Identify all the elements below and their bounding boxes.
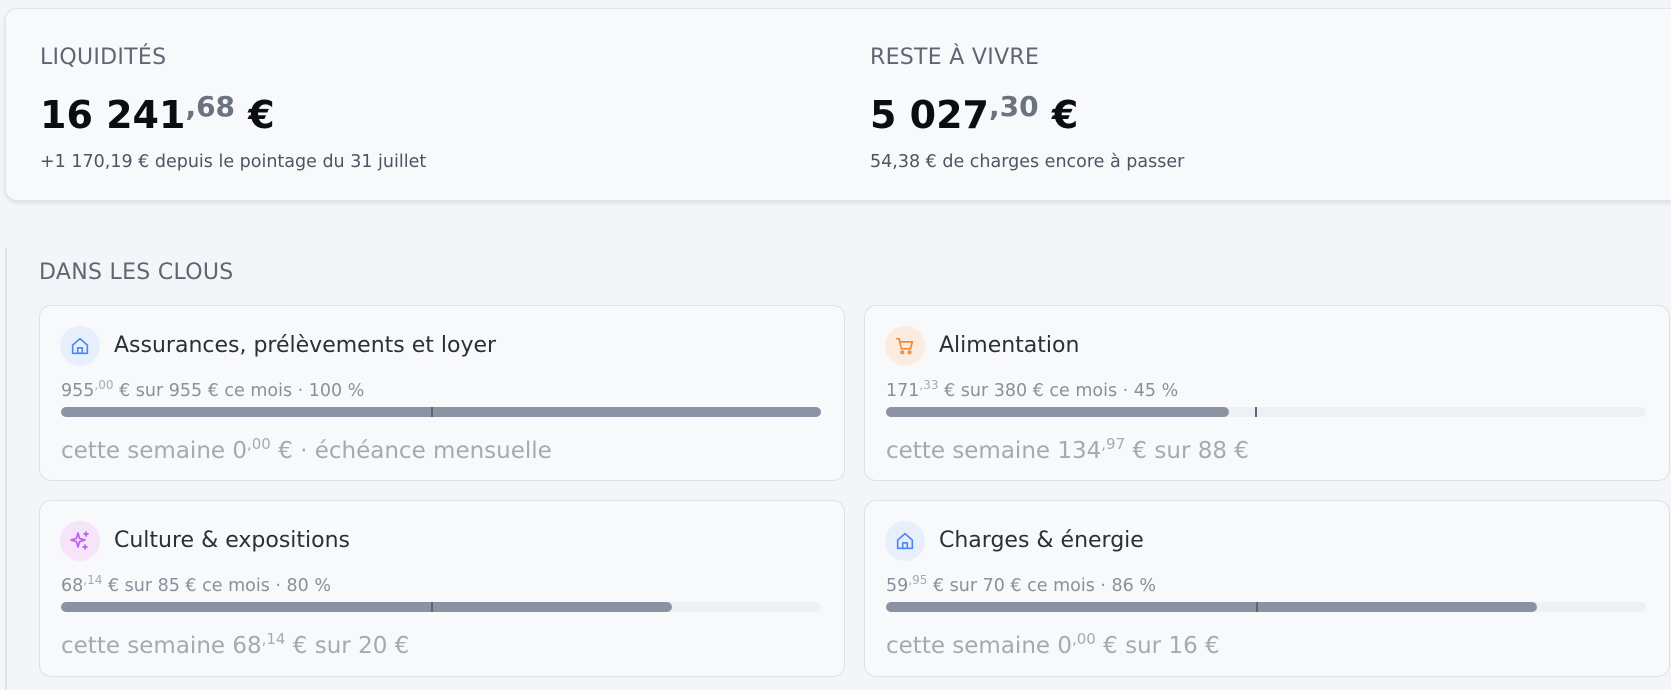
weekly-spent-cents: ,97 — [1101, 435, 1126, 453]
progress-marker — [431, 407, 434, 417]
category-icon-badge — [885, 521, 925, 561]
monthly-spent-int: 171 — [886, 381, 920, 401]
category-title: Culture & expositions — [114, 528, 350, 553]
monthly-spent-int: 955 — [61, 381, 95, 401]
home-icon — [896, 532, 914, 550]
liquidites-amount: 16 241,68 € — [40, 85, 426, 137]
progress-marker — [1254, 407, 1257, 417]
category-progress-bar — [61, 602, 821, 612]
category-progress-bar — [61, 407, 821, 417]
category-title: Alimentation — [939, 333, 1080, 358]
progress-fill — [61, 602, 673, 612]
category-title: Charges & énergie — [939, 528, 1144, 553]
progress-fill — [886, 407, 1229, 417]
monthly-spent-cents: ,00 — [94, 378, 114, 392]
progress-marker — [431, 602, 434, 612]
monthly-budget-text: € sur 955 € ce mois · 100 % — [113, 381, 365, 401]
cart-icon — [895, 337, 914, 355]
monthly-spent-int: 59 — [886, 576, 909, 596]
monthly-budget-text: € sur 85 € ce mois · 80 % — [102, 576, 331, 596]
liquidites-label: LIQUIDITÉS — [40, 45, 167, 70]
summary-panel: LIQUIDITÉS 16 241,68 € +1 170,19 € depui… — [5, 8, 1671, 201]
monthly-budget-text: € sur 380 € ce mois · 45 % — [938, 381, 1179, 401]
weekly-spent-int: cette semaine 0 — [61, 438, 247, 464]
weekly-budget-text: € sur 20 € — [285, 633, 410, 659]
reste-amount-int: 5 027 — [870, 93, 989, 137]
liquidites-subtitle: +1 170,19 € depuis le pointage du 31 jui… — [40, 152, 427, 172]
weekly-spent-cents: ,00 — [247, 435, 271, 453]
reste-label: RESTE À VIVRE — [870, 45, 1040, 70]
category-title: Assurances, prélèvements et loyer — [114, 333, 497, 358]
liquidites-stat: LIQUIDITÉS 16 241,68 € +1 170,19 € depui… — [40, 45, 426, 173]
weekly-spent-int: cette semaine 0 — [886, 633, 1072, 659]
category-card[interactable]: Alimentation 171,33 € sur 380 € ce mois … — [864, 305, 1670, 481]
monthly-budget-text: € sur 70 € ce mois · 86 % — [927, 576, 1156, 596]
category-progress-bar — [886, 407, 1646, 417]
category-progress-bar — [886, 602, 1646, 612]
section-title: DANS LES CLOUS — [39, 260, 234, 285]
monthly-spent-int: 68 — [61, 576, 84, 596]
reste-subtitle: 54,38 € de charges encore à passer — [870, 152, 1185, 172]
category-monthly: 68,14 € sur 85 € ce mois · 80 % — [61, 569, 331, 597]
progress-marker — [1256, 602, 1259, 612]
weekly-budget-text: € sur 88 € — [1125, 438, 1249, 464]
liquidites-amount-int: 16 241 — [40, 93, 186, 137]
progress-fill — [61, 407, 821, 417]
category-monthly: 59,95 € sur 70 € ce mois · 86 % — [886, 569, 1156, 597]
reste-amount: 5 027,30 € — [870, 85, 1184, 137]
category-weekly: cette semaine 134,97 € sur 88 € — [886, 430, 1249, 465]
weekly-spent-int: cette semaine 134 — [886, 438, 1102, 464]
home-icon — [71, 337, 89, 355]
section-divider — [5, 248, 7, 690]
category-icon-badge — [885, 326, 925, 366]
reste-currency: € — [1051, 93, 1079, 137]
category-weekly: cette semaine 0,00 € · échéance mensuell… — [61, 430, 552, 465]
weekly-spent-int: cette semaine 68 — [61, 633, 262, 659]
category-monthly: 171,33 € sur 380 € ce mois · 45 % — [886, 374, 1178, 402]
category-weekly: cette semaine 68,14 € sur 20 € — [61, 625, 409, 660]
progress-fill — [886, 602, 1538, 612]
sparkles-icon — [70, 531, 89, 550]
category-card[interactable]: Culture & expositions 68,14 € sur 85 € c… — [39, 500, 845, 677]
monthly-spent-cents: ,14 — [83, 573, 103, 587]
reste-amount-cents: ,30 — [989, 90, 1039, 123]
category-card[interactable]: Charges & énergie 59,95 € sur 70 € ce mo… — [864, 500, 1670, 677]
reste-stat: RESTE À VIVRE 5 027,30 € 54,38 € de char… — [870, 45, 1184, 173]
weekly-budget-text: € sur 16 € — [1095, 633, 1220, 659]
category-card[interactable]: Assurances, prélèvements et loyer 955,00… — [39, 305, 845, 481]
liquidites-currency: € — [248, 93, 275, 137]
liquidites-amount-cents: ,68 — [185, 90, 236, 123]
category-icon-badge — [60, 521, 100, 561]
monthly-spent-cents: ,33 — [919, 378, 939, 392]
category-monthly: 955,00 € sur 955 € ce mois · 100 % — [61, 374, 364, 402]
weekly-budget-text: € · échéance mensuelle — [270, 438, 552, 464]
weekly-spent-cents: ,14 — [261, 630, 286, 648]
category-weekly: cette semaine 0,00 € sur 16 € — [886, 625, 1220, 660]
weekly-spent-cents: ,00 — [1072, 630, 1096, 648]
category-icon-badge — [60, 326, 100, 366]
monthly-spent-cents: ,95 — [908, 573, 928, 587]
